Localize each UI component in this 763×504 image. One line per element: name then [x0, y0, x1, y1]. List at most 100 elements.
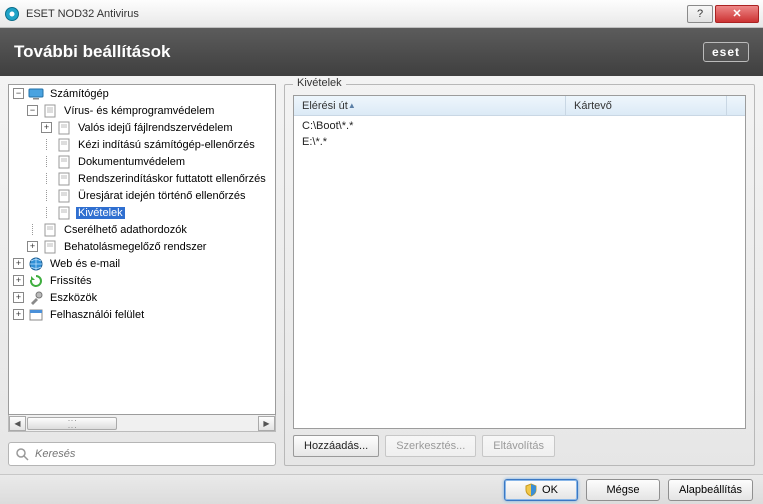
app-icon	[4, 6, 20, 22]
document-icon	[56, 120, 72, 136]
page-title: További beállítások	[14, 42, 703, 62]
tree-node-realtime[interactable]: + Valós idejű fájlrendszervédelem	[9, 119, 275, 136]
tree-node-web-email[interactable]: + Web és e-mail	[9, 255, 275, 272]
column-threat[interactable]: Kártevő	[566, 96, 727, 115]
tree-horizontal-scrollbar[interactable]: ◀ ▶	[8, 415, 276, 432]
globe-icon	[28, 256, 44, 272]
main-area: − Számítógép −	[0, 76, 763, 474]
footer: OK Mégse Alapbeállítás	[0, 474, 763, 504]
window-title: ESET NOD32 Antivirus	[26, 8, 687, 20]
tree-label: Kivételek	[76, 207, 125, 219]
collapse-icon[interactable]: −	[27, 105, 38, 116]
listview-header: Elérési út ▲ Kártevő	[294, 96, 745, 116]
expand-icon[interactable]: +	[27, 241, 38, 252]
tree-label: Felhasználói felület	[48, 309, 146, 321]
expand-icon[interactable]: +	[41, 122, 52, 133]
column-spacer	[727, 96, 745, 115]
tools-icon	[28, 290, 44, 306]
tree-label: Dokumentumvédelem	[76, 156, 187, 168]
document-icon	[42, 239, 58, 255]
listview-body[interactable]: C:\Boot\*.* E:\*.*	[294, 116, 745, 428]
group-legend: Kivételek	[293, 77, 346, 89]
document-icon	[56, 171, 72, 187]
collapse-icon[interactable]: −	[13, 88, 24, 99]
tree-line	[41, 190, 52, 201]
left-column: − Számítógép −	[8, 84, 276, 466]
button-label: Eltávolítás	[493, 440, 544, 452]
remove-button[interactable]: Eltávolítás	[482, 435, 555, 457]
edit-button[interactable]: Szerkesztés...	[385, 435, 476, 457]
button-label: Mégse	[606, 484, 639, 496]
scroll-right-button[interactable]: ▶	[258, 416, 275, 431]
tree-node-update[interactable]: + Frissítés	[9, 272, 275, 289]
shield-icon	[524, 483, 538, 497]
document-icon	[42, 222, 58, 238]
tree-node-docprot[interactable]: Dokumentumvédelem	[9, 153, 275, 170]
list-item[interactable]: E:\*.*	[302, 134, 737, 150]
scroll-left-button[interactable]: ◀	[9, 416, 26, 431]
tree-node-idle[interactable]: Üresjárat idején történő ellenőrzés	[9, 187, 275, 204]
tree-line	[41, 207, 52, 218]
expand-icon[interactable]: +	[13, 292, 24, 303]
tree-label: Kézi indítású számítógép-ellenőrzés	[76, 139, 257, 151]
expand-icon[interactable]: +	[13, 275, 24, 286]
brand-logo: eset	[703, 42, 749, 62]
tree-node-av-spy[interactable]: − Vírus- és kémprogramvédelem	[9, 102, 275, 119]
ok-button[interactable]: OK	[504, 479, 578, 501]
list-item-label: C:\Boot\*.*	[302, 120, 353, 132]
document-icon	[56, 154, 72, 170]
tree-label: Behatolásmegelőző rendszer	[62, 241, 208, 253]
header-band: További beállítások eset	[0, 28, 763, 76]
column-label: Elérési út	[302, 100, 348, 112]
button-label: Alapbeállítás	[679, 484, 742, 496]
tree-line	[27, 224, 38, 235]
search-box[interactable]	[8, 442, 276, 466]
exclusions-group: Kivételek Elérési út ▲ Kártevő C:\Boot\*…	[284, 84, 755, 466]
expand-icon[interactable]: +	[13, 309, 24, 320]
help-button[interactable]: ?	[687, 5, 713, 23]
list-item[interactable]: C:\Boot\*.*	[302, 118, 737, 134]
tree-label: Eszközök	[48, 292, 99, 304]
tree-node-exclusions[interactable]: Kivételek	[9, 204, 275, 221]
window-icon	[28, 307, 44, 323]
add-button[interactable]: Hozzáadás...	[293, 435, 379, 457]
column-label: Kártevő	[574, 100, 612, 112]
tree-label: Valós idejű fájlrendszervédelem	[76, 122, 235, 134]
scroll-thumb[interactable]	[27, 417, 117, 430]
expand-icon[interactable]: +	[13, 258, 24, 269]
tree-node-startup[interactable]: Rendszerindításkor futtatott ellenőrzés	[9, 170, 275, 187]
button-label: OK	[542, 484, 558, 496]
default-button[interactable]: Alapbeállítás	[668, 479, 753, 501]
computer-icon	[28, 86, 44, 102]
tree-node-ui[interactable]: + Felhasználói felület	[9, 306, 275, 323]
tree-node-computer[interactable]: − Számítógép	[9, 85, 275, 102]
document-icon	[56, 205, 72, 221]
search-input[interactable]	[35, 448, 269, 460]
refresh-icon	[28, 273, 44, 289]
document-icon	[56, 188, 72, 204]
close-button[interactable]: ✕	[715, 5, 759, 23]
exclusions-listview[interactable]: Elérési út ▲ Kártevő C:\Boot\*.* E:\*.*	[293, 95, 746, 429]
search-icon	[15, 447, 29, 461]
tree-line	[41, 139, 52, 150]
tree-label: Vírus- és kémprogramvédelem	[62, 105, 216, 117]
title-bar: ESET NOD32 Antivirus ? ✕	[0, 0, 763, 28]
right-column: Kivételek Elérési út ▲ Kártevő C:\Boot\*…	[284, 84, 755, 466]
cancel-button[interactable]: Mégse	[586, 479, 660, 501]
settings-tree[interactable]: − Számítógép −	[8, 84, 276, 415]
column-path[interactable]: Elérési út ▲	[294, 96, 566, 115]
tree-node-removable[interactable]: Cserélhető adathordozók	[9, 221, 275, 238]
tree-node-ondemand[interactable]: Kézi indítású számítógép-ellenőrzés	[9, 136, 275, 153]
sort-asc-icon: ▲	[348, 101, 356, 110]
scroll-track[interactable]	[26, 416, 258, 431]
tree-label: Üresjárat idején történő ellenőrzés	[76, 190, 248, 202]
tree-label: Cserélhető adathordozók	[62, 224, 189, 236]
exclusions-button-row: Hozzáadás... Szerkesztés... Eltávolítás	[293, 435, 746, 457]
tree-label: Frissítés	[48, 275, 94, 287]
document-icon	[42, 103, 58, 119]
tree-node-hips[interactable]: + Behatolásmegelőző rendszer	[9, 238, 275, 255]
button-label: Hozzáadás...	[304, 440, 368, 452]
tree-node-tools[interactable]: + Eszközök	[9, 289, 275, 306]
button-label: Szerkesztés...	[396, 440, 465, 452]
tree-line	[41, 156, 52, 167]
